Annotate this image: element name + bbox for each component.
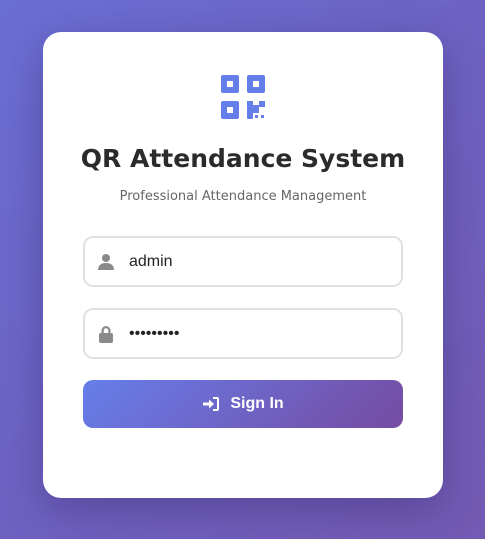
username-field[interactable] [83, 236, 403, 287]
page-subtitle: Professional Attendance Management [119, 189, 367, 204]
password-field[interactable] [83, 308, 403, 359]
username-input[interactable] [129, 248, 391, 276]
password-input[interactable] [129, 320, 391, 348]
page-title: QR Attendance System [80, 144, 406, 173]
qrcode-icon [221, 75, 265, 119]
user-icon [98, 254, 114, 270]
sign-in-label: Sign In [230, 395, 284, 412]
sign-in-icon [203, 397, 220, 411]
sign-in-button[interactable]: Sign In [83, 380, 403, 428]
lock-icon [99, 326, 113, 343]
login-card: QR Attendance System Professional Attend… [43, 32, 443, 498]
